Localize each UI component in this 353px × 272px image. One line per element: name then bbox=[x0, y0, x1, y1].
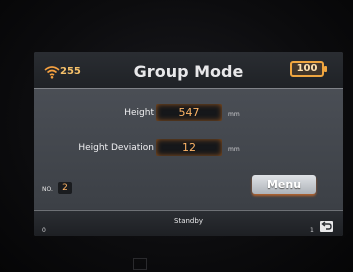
main-panel: Height 547 mm Height Deviation 12 mm NO.… bbox=[34, 89, 343, 209]
height-deviation-unit: mm bbox=[228, 146, 240, 153]
status-right-mark: 1 bbox=[310, 227, 314, 234]
status-text: Standby bbox=[174, 217, 203, 225]
height-unit: mm bbox=[228, 111, 240, 118]
battery-level: 100 bbox=[296, 63, 318, 74]
back-icon[interactable] bbox=[320, 221, 333, 232]
device-screen: 255 Group Mode 100 Height 547 mm Height … bbox=[34, 52, 343, 236]
height-deviation-field[interactable]: 12 bbox=[156, 139, 222, 156]
status-bar: Standby 0 1 bbox=[34, 210, 343, 236]
height-label: Height bbox=[124, 108, 154, 118]
title-bar: 255 Group Mode 100 bbox=[34, 52, 343, 89]
screen-reflection bbox=[133, 258, 147, 270]
battery-icon: 100 bbox=[290, 61, 327, 77]
status-left-mark: 0 bbox=[42, 227, 46, 234]
height-field[interactable]: 547 bbox=[156, 104, 222, 121]
group-number-field[interactable]: 2 bbox=[58, 182, 72, 194]
menu-button[interactable]: Menu bbox=[252, 175, 316, 194]
group-number-label: NO. bbox=[42, 186, 53, 193]
height-deviation-label: Height Deviation bbox=[78, 143, 154, 153]
